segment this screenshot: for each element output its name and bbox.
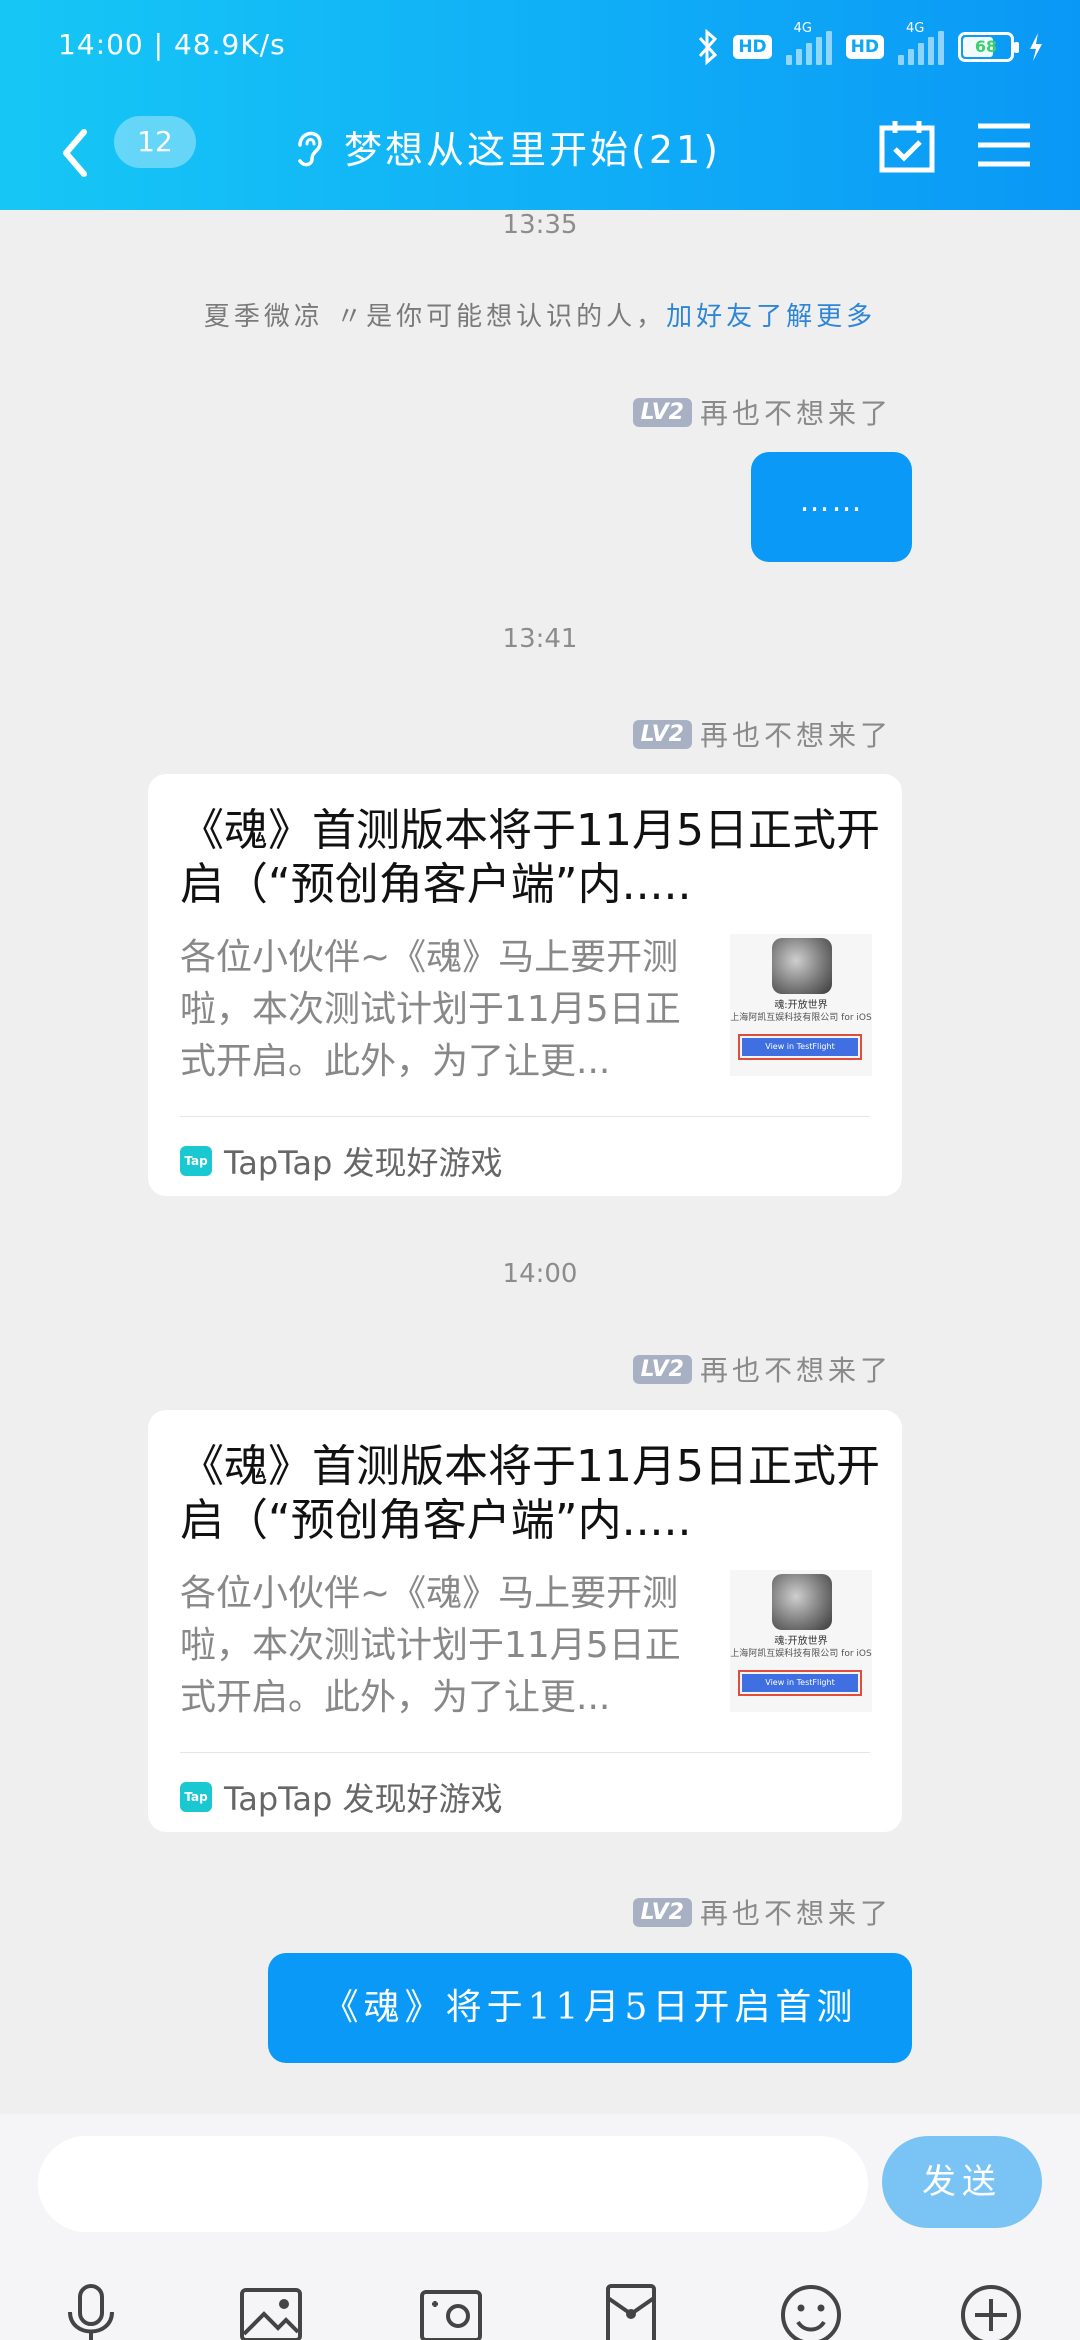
send-button[interactable]: 发送 [882, 2136, 1042, 2228]
card-source: Tap TapTap 发现好游戏 [180, 1774, 503, 1820]
status-icons: HD 4G HD 4G 68 [697, 21, 1044, 72]
status-bar: 14:00 | 48.9K/s HD 4G HD 4G 68 [0, 0, 1080, 96]
top-bar: 14:00 | 48.9K/s HD 4G HD 4G 68 12 梦想从这里开… [0, 0, 1080, 210]
battery-icon: 68 [958, 32, 1019, 62]
network-type-1: 4G [793, 21, 813, 36]
network-speed: 48.9K/s [173, 28, 286, 61]
card-thumbnail: 魂:开放世界 上海阿凯互娱科技有限公司 for iOS View in Test… [730, 1570, 872, 1712]
plus-icon[interactable] [958, 2282, 1024, 2340]
sender-label: LV2 再也不想来了 [632, 1349, 892, 1389]
bluetooth-icon [699, 29, 718, 65]
level-badge: LV2 [632, 719, 692, 749]
share-card[interactable]: 《魂》首测版本将于11月5日正式开启（“预创角客户端”内..... 各位小伙伴~… [148, 1410, 902, 1832]
sender-name: 再也不想来了 [699, 719, 892, 752]
network-type-2: 4G [906, 21, 925, 36]
sender-name: 再也不想来了 [699, 397, 892, 430]
game-logo-icon [772, 1574, 832, 1630]
thumb-button: View in TestFlight [742, 1674, 858, 1692]
chat-title: 梦想从这里开始(21) [344, 127, 722, 172]
red-packet-icon[interactable] [598, 2282, 664, 2340]
card-source-text: TapTap 发现好游戏 [224, 1144, 503, 1182]
sender-label: LV2 再也不想来了 [632, 714, 892, 754]
clock: 14:00 [58, 28, 144, 61]
card-thumbnail: 魂:开放世界 上海阿凯互娱科技有限公司 for iOS View in Test… [730, 934, 872, 1076]
thumb-title: 魂:开放世界 [774, 1000, 828, 1011]
taptap-icon: Tap [180, 1146, 212, 1176]
message-bubble[interactable]: …… [751, 452, 912, 562]
camera-icon[interactable] [418, 2282, 484, 2340]
status-divider: | [153, 28, 174, 61]
timestamp: 14:00 [502, 1259, 578, 1289]
ear-icon [298, 131, 322, 167]
image-icon[interactable] [238, 2282, 304, 2340]
signal-icon-1: 4G [785, 21, 832, 65]
status-left: 14:00 | 48.9K/s [58, 28, 286, 61]
unread-count-badge[interactable]: 12 [114, 116, 196, 168]
chat-title-group[interactable]: 梦想从这里开始(21) [290, 116, 721, 176]
message-input[interactable] [38, 2136, 868, 2232]
thumb-company: 上海阿凯互娱科技有限公司 for iOS [730, 1013, 872, 1023]
timestamp: 13:35 [502, 210, 578, 240]
level-badge: LV2 [632, 1354, 692, 1384]
timestamp: 13:41 [502, 624, 578, 654]
card-description: 各位小伙伴~《魂》马上要开测啦，本次测试计划于11月5日正式开启。此外，为了让更… [180, 937, 681, 1082]
sender-name: 再也不想来了 [699, 1897, 892, 1930]
card-title: 《魂》首测版本将于11月5日正式开启（“预创角客户端”内..... [180, 1441, 880, 1546]
game-logo-icon [772, 938, 832, 994]
chevron-left-icon[interactable] [56, 118, 96, 188]
level-badge: LV2 [632, 1897, 692, 1927]
hd-badge-2: HD [845, 35, 884, 59]
calendar-check-icon[interactable] [878, 118, 936, 174]
thumb-button-frame: View in TestFlight [738, 1670, 862, 1696]
card-title: 《魂》首测版本将于11月5日正式开启（“预创角客户端”内..... [180, 805, 880, 910]
card-divider [180, 1116, 870, 1117]
thumb-button-frame: View in TestFlight [738, 1034, 862, 1060]
hd-badge-1: HD [733, 35, 772, 59]
menu-icon[interactable] [978, 122, 1030, 168]
message-bubble[interactable]: 《魂》将于11月5日开启首测 [268, 1953, 912, 2063]
emoji-icon[interactable] [778, 2282, 844, 2340]
sender-label: LV2 再也不想来了 [632, 1892, 892, 1932]
sender-label: LV2 再也不想来了 [632, 392, 892, 432]
taptap-icon: Tap [180, 1782, 212, 1812]
battery-level: 68 [974, 37, 998, 56]
microphone-icon[interactable] [58, 2282, 124, 2340]
signal-icon-2: 4G [898, 21, 944, 65]
charging-icon [1030, 33, 1042, 61]
system-message: 夏季微凉 〃是你可能想认识的人，加好友了解更多 [0, 296, 1080, 333]
system-message-text: 夏季微凉 〃是你可能想认识的人， [203, 302, 667, 332]
thumb-button: View in TestFlight [742, 1038, 858, 1056]
sender-name: 再也不想来了 [699, 1354, 892, 1387]
add-friend-link[interactable]: 加好友了解更多 [666, 302, 876, 332]
thumb-title: 魂:开放世界 [774, 1636, 828, 1647]
card-divider [180, 1752, 870, 1753]
chat-header: 12 梦想从这里开始(21) [0, 96, 1080, 210]
thumb-company: 上海阿凯互娱科技有限公司 for iOS [730, 1649, 872, 1659]
input-bar: 发送 [0, 2114, 1080, 2340]
card-description: 各位小伙伴~《魂》马上要开测啦，本次测试计划于11月5日正式开启。此外，为了让更… [180, 1573, 681, 1718]
level-badge: LV2 [632, 397, 692, 427]
share-card[interactable]: 《魂》首测版本将于11月5日正式开启（“预创角客户端”内..... 各位小伙伴~… [148, 774, 902, 1196]
card-source: Tap TapTap 发现好游戏 [180, 1138, 503, 1184]
card-source-text: TapTap 发现好游戏 [224, 1780, 503, 1818]
